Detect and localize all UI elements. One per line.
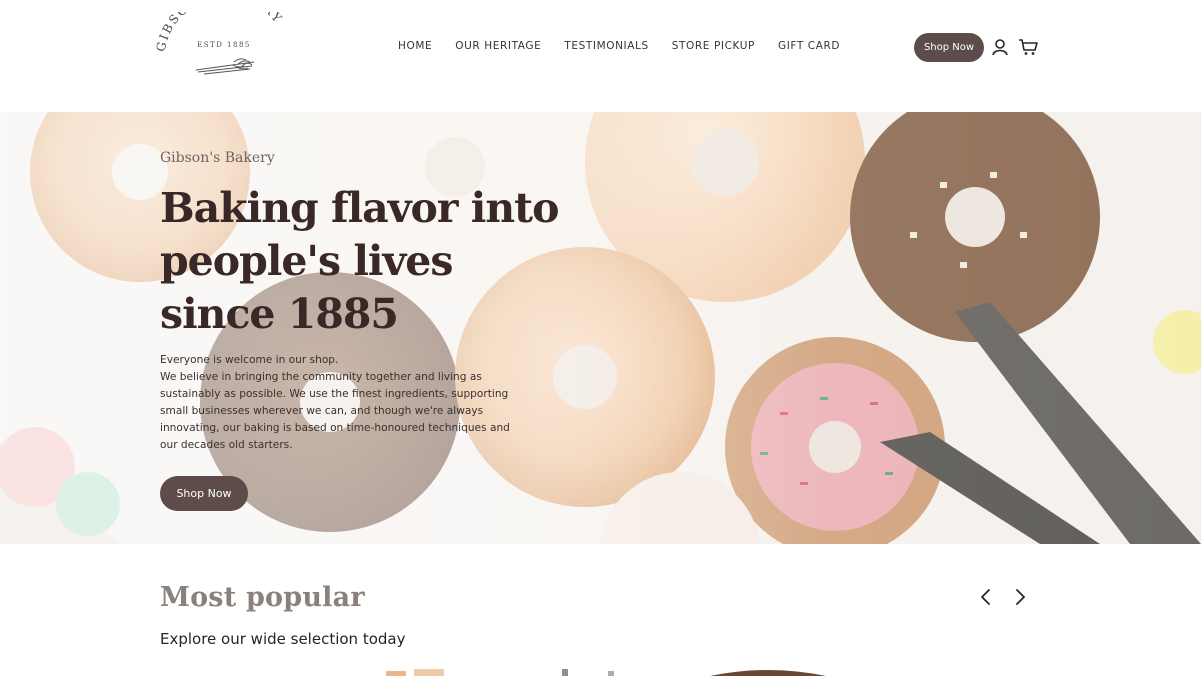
hero-eyebrow: Gibson's Bakery [160,150,275,166]
product-image[interactable] [386,669,616,676]
hero-description-line: innovating, our baking is based on time-… [160,422,510,434]
hero-description-line: Everyone is welcome in our shop. [160,354,339,366]
hero-description-line: small businesses wherever we can, and th… [160,405,484,417]
section-title: Most popular [160,582,365,613]
nav-gift-card[interactable]: GIFT CARD [778,40,840,52]
chevron-left-icon[interactable] [978,588,994,606]
chevron-right-icon[interactable] [1012,588,1028,606]
hero-description: Everyone is welcome in our shop. We beli… [160,352,520,454]
nav-store-pickup[interactable]: STORE PICKUP [672,40,755,52]
site-header: GIBSON'S BAKERY ESTD 1885 HOME OUR HERIT… [0,0,1201,112]
bakery-logo[interactable]: GIBSON'S BAKERY ESTD 1885 [156,12,296,82]
hero-title: Baking flavor into people's lives since … [160,182,560,341]
hero-section: Gibson's Bakery Baking flavor into peopl… [0,112,1201,544]
hero-title-line: since 1885 [160,290,399,338]
header-shop-now-button[interactable]: Shop Now [914,33,984,62]
hero-title-line: Baking flavor into [160,184,559,232]
hero-title-line: people's lives [160,237,453,285]
cart-icon[interactable] [1018,38,1038,56]
logo-tagline: ESTD 1885 [197,41,251,49]
wheat-icon [195,58,255,75]
hero-description-line: We believe in bringing the community tog… [160,371,482,383]
nav-our-heritage[interactable]: OUR HERITAGE [455,40,541,52]
main-nav: HOME OUR HERITAGE TESTIMONIALS STORE PIC… [398,40,863,52]
product-image[interactable] [710,668,826,676]
hero-description-line: our decades old starters. [160,439,293,451]
hero-description-line: sustainably as possible. We use the fine… [160,388,509,400]
hero-shop-now-button[interactable]: Shop Now [160,476,248,511]
nav-home[interactable]: HOME [398,40,432,52]
user-icon[interactable] [991,38,1009,56]
section-subtitle: Explore our wide selection today [160,630,406,648]
nav-testimonials[interactable]: TESTIMONIALS [564,40,648,52]
